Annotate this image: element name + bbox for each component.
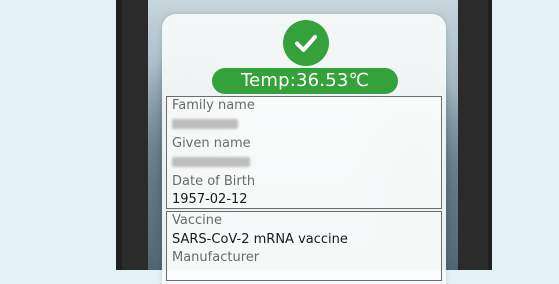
- checkmark-icon: [283, 20, 329, 66]
- family-name-value-redacted: [172, 119, 238, 129]
- family-name-label: Family name: [172, 98, 255, 113]
- dob-value: 1957-02-12: [172, 192, 248, 207]
- vaccine-label: Vaccine: [172, 213, 222, 228]
- manufacturer-label: Manufacturer: [172, 250, 260, 265]
- given-name-label: Given name: [172, 136, 251, 151]
- given-name-value-redacted: [172, 157, 250, 167]
- vaccine-value: SARS-CoV-2 mRNA vaccine: [172, 232, 348, 247]
- vaccine-info-box: Vaccine SARS-CoV-2 mRNA vaccine Manufact…: [166, 211, 442, 281]
- dob-label: Date of Birth: [172, 174, 256, 189]
- personal-info-box: Family name Given name Date of Birth 195…: [166, 96, 442, 209]
- temperature-badge: Temp:36.53℃: [212, 68, 398, 94]
